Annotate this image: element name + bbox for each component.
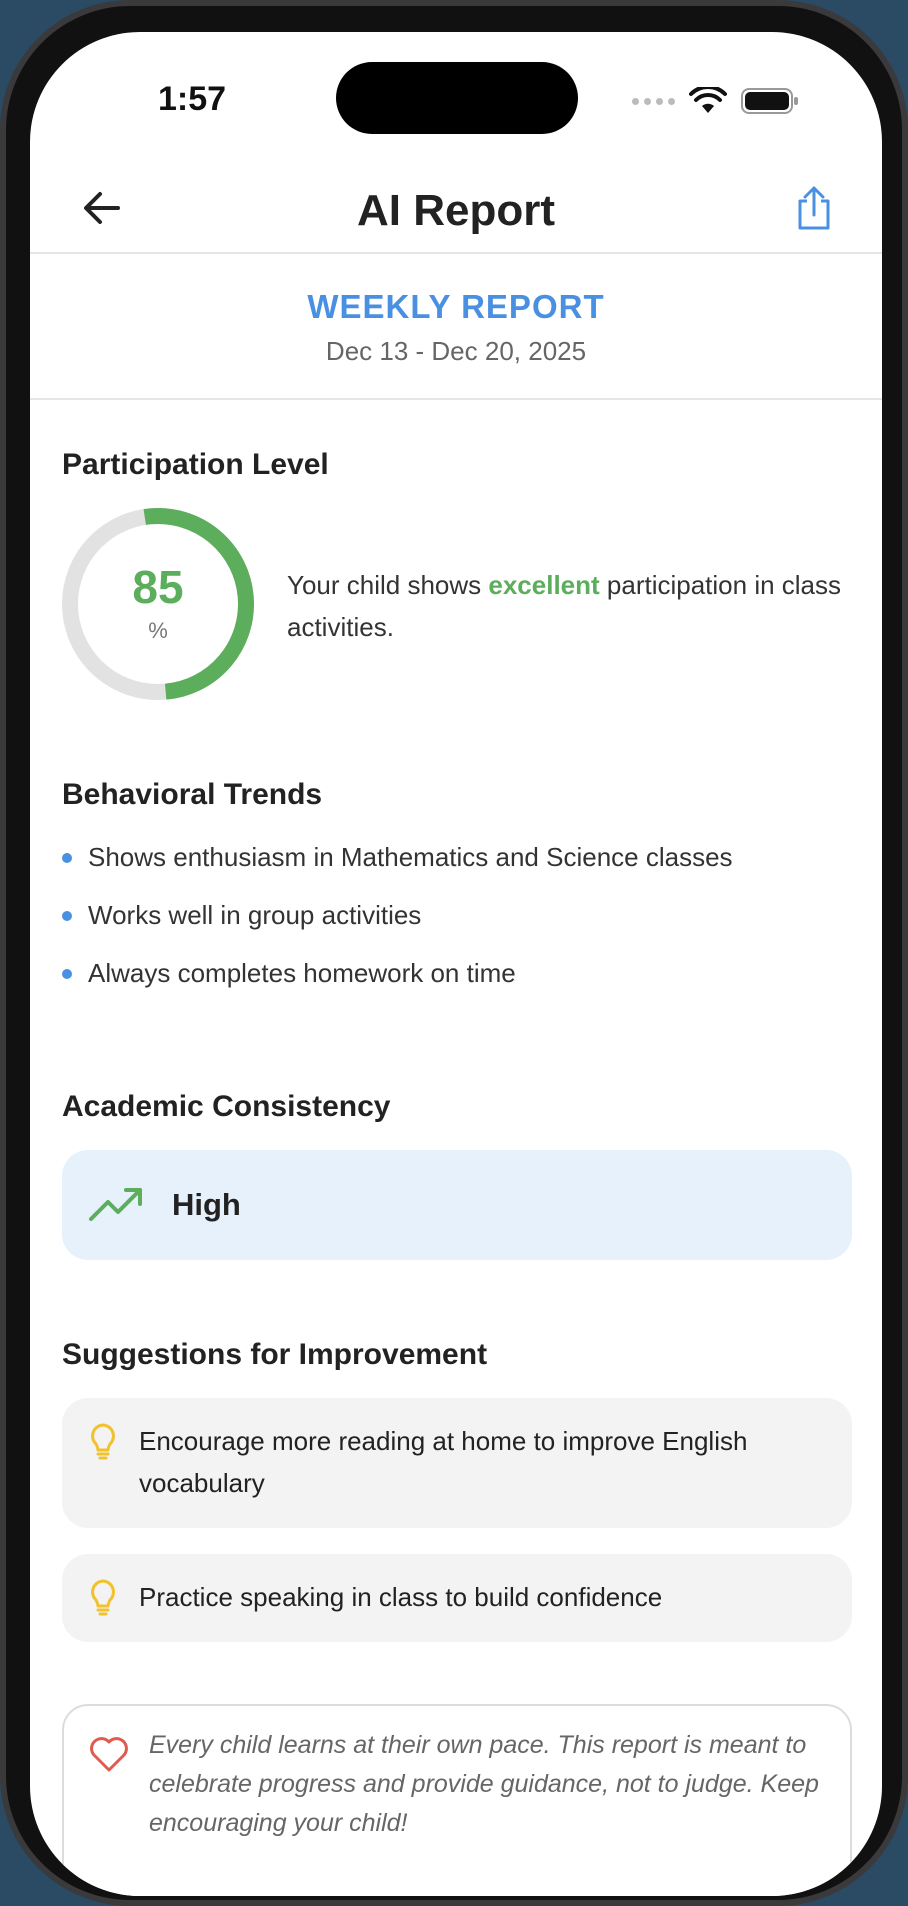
bullet-dot [62, 910, 72, 921]
top-nav-bar: AI Report [30, 162, 882, 254]
app-screen: 1:57 AI Report WEEKLY REPORT Dec 13 - De… [30, 32, 882, 1896]
consistency-title: Academic Consistency [62, 1090, 391, 1123]
status-icons [632, 84, 799, 118]
lightbulb-icon [91, 1423, 115, 1460]
report-header: WEEKLY REPORT Dec 13 - Dec 20, 2025 [30, 254, 882, 400]
bullet-dot [62, 852, 72, 863]
battery-icon [741, 88, 798, 114]
share-icon [798, 186, 830, 230]
suggestion-text: Practice speaking in class to build conf… [139, 1582, 663, 1612]
participation-unit: % [148, 618, 168, 643]
trending-up-icon [89, 1188, 142, 1221]
encouragement-note: Every child learns at their own pace. Th… [62, 1704, 852, 1896]
status-bar: 1:57 [30, 32, 882, 162]
participation-text-before: Your child shows [287, 570, 489, 600]
suggestions-title: Suggestions for Improvement [62, 1338, 488, 1371]
dynamic-island [336, 62, 578, 134]
note-text: Every child learns at their own pace. Th… [149, 1731, 819, 1837]
report-date-range: Dec 13 - Dec 20, 2025 [325, 336, 587, 366]
phone-frame: 1:57 AI Report WEEKLY REPORT Dec 13 - De… [0, 0, 908, 1906]
suggestion-card: Practice speaking in class to build conf… [62, 1554, 852, 1642]
bullet-dot [62, 968, 72, 979]
page-title: AI Report [357, 186, 555, 235]
participation-title: Participation Level [62, 448, 329, 481]
heart-icon [90, 1737, 128, 1772]
list-item: Always completes homework on time [62, 958, 516, 989]
cellular-signal-icon [632, 97, 675, 105]
trend-text: Always completes homework on time [88, 958, 516, 988]
trend-text: Shows enthusiasm in Mathematics and Scie… [88, 842, 733, 872]
status-time: 1:57 [158, 80, 227, 118]
suggestion-text: Encourage more reading at home to improv… [139, 1426, 748, 1498]
list-item: Works well in group activities [62, 900, 421, 931]
participation-value: 85 [132, 561, 184, 613]
report-type: WEEKLY REPORT [307, 288, 605, 325]
trends-title: Behavioral Trends [62, 778, 323, 811]
consistency-card: High [62, 1150, 852, 1260]
suggestion-card: Encourage more reading at home to improv… [62, 1398, 852, 1528]
lightbulb-icon [91, 1579, 115, 1616]
trend-text: Works well in group activities [88, 900, 422, 930]
participation-highlight: excellent [488, 570, 600, 600]
list-item: Shows enthusiasm in Mathematics and Scie… [62, 842, 733, 873]
consistency-level: High [172, 1187, 241, 1222]
participation-description: Your child shows excellent participation… [287, 564, 847, 648]
share-button[interactable] [790, 180, 838, 236]
wifi-icon [689, 87, 727, 113]
